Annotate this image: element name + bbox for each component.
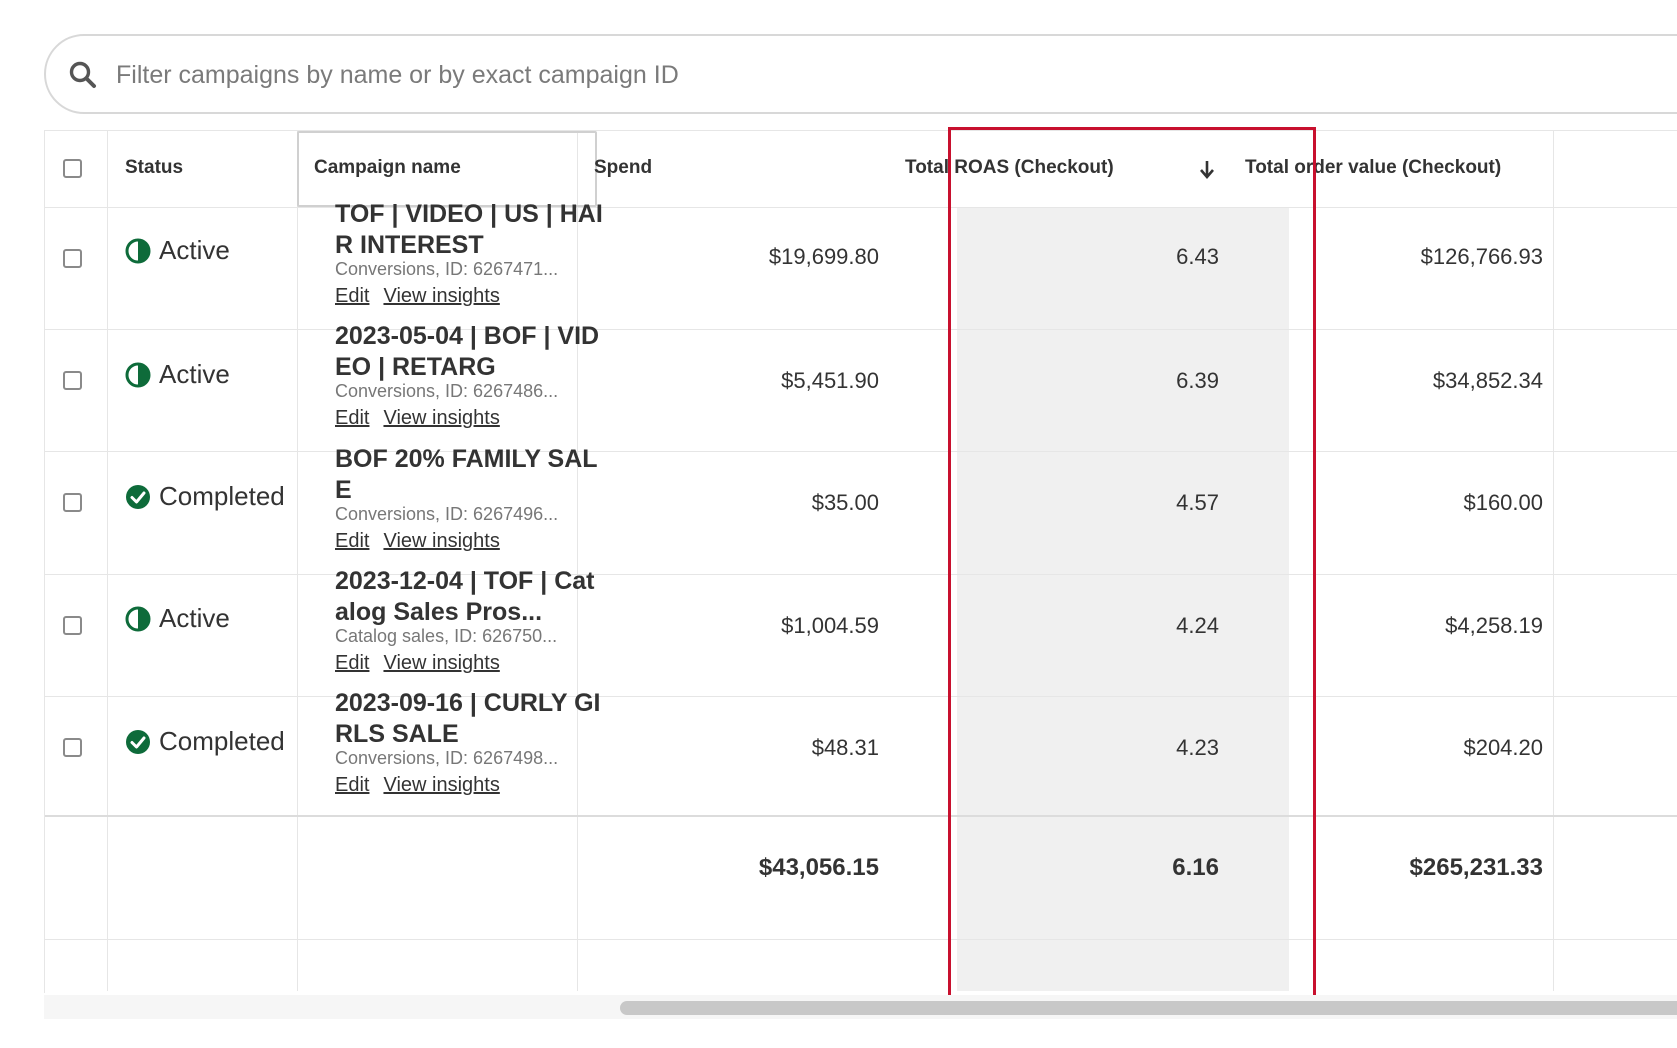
- campaign-objective-id: Conversions, ID: 6267471...: [335, 259, 559, 279]
- order-value: $4,258.19: [1445, 613, 1543, 638]
- row-checkbox[interactable]: [63, 249, 82, 268]
- scrollbar-thumb[interactable]: [620, 1001, 1677, 1015]
- view-insights-link[interactable]: View insights: [383, 530, 499, 552]
- campaign-name[interactable]: 2023-09-16 | CURLY GIRLS SALE: [335, 688, 607, 750]
- roas-column-highlight: [948, 127, 1316, 1017]
- view-insights-link[interactable]: View insights: [383, 652, 499, 674]
- row-actions: Edit View insights: [335, 285, 514, 308]
- header-spend[interactable]: Spend: [594, 158, 652, 177]
- search-icon: [69, 61, 96, 88]
- edit-link[interactable]: Edit: [335, 652, 369, 674]
- campaign-objective-id: Conversions, ID: 6267498...: [335, 748, 559, 768]
- row-checkbox[interactable]: [63, 371, 82, 390]
- status-cell: Completed: [125, 481, 285, 512]
- row-actions: Edit View insights: [335, 407, 514, 430]
- spend-value: $35.00: [811, 490, 879, 515]
- status-cell: Completed: [125, 726, 285, 757]
- status-cell: Active: [125, 235, 230, 266]
- header-campaign-name[interactable]: Campaign name: [314, 158, 461, 177]
- status-label: Completed: [159, 726, 285, 756]
- campaign-search-bar[interactable]: [44, 34, 1677, 114]
- spend-value: $48.31: [811, 735, 879, 760]
- half-circle-icon: [125, 238, 151, 263]
- horizontal-scrollbar[interactable]: [44, 995, 1677, 1019]
- check-circle-icon: [126, 484, 150, 509]
- campaign-name[interactable]: TOF | VIDEO | US | HAIR INTEREST: [335, 199, 607, 261]
- status-label: Active: [159, 235, 230, 265]
- spend-value: $1,004.59: [781, 613, 879, 638]
- status-label: Active: [159, 359, 230, 389]
- spend-value: $19,699.80: [768, 244, 879, 269]
- campaign-objective-id: Conversions, ID: 6267496...: [335, 504, 559, 524]
- check-circle-icon: [126, 729, 150, 754]
- row-actions: Edit View insights: [335, 652, 514, 675]
- row-checkbox[interactable]: [63, 616, 82, 635]
- campaign-name[interactable]: 2023-12-04 | TOF | Catalog Sales Pros...: [335, 566, 607, 628]
- view-insights-link[interactable]: View insights: [383, 407, 499, 429]
- half-circle-icon: [125, 362, 151, 387]
- row-checkbox[interactable]: [63, 738, 82, 757]
- order-value: $160.00: [1463, 490, 1543, 515]
- spend-value: $5,451.90: [781, 368, 879, 393]
- edit-link[interactable]: Edit: [335, 530, 369, 552]
- campaign-objective-id: Conversions, ID: 6267486...: [335, 381, 559, 401]
- total-order-value: $265,231.33: [1409, 854, 1543, 881]
- campaign-name[interactable]: BOF 20% FAMILY SALE: [335, 444, 607, 506]
- view-insights-link[interactable]: View insights: [383, 285, 499, 307]
- edit-link[interactable]: Edit: [335, 285, 369, 307]
- header-status[interactable]: Status: [125, 158, 183, 177]
- campaign-objective-id: Catalog sales, ID: 626750...: [335, 626, 558, 646]
- status-cell: Active: [125, 603, 230, 634]
- campaign-name[interactable]: 2023-05-04 | BOF | VIDEO | RETARG: [335, 321, 607, 383]
- total-spend: $43,056.15: [758, 854, 879, 881]
- row-actions: Edit View insights: [335, 530, 514, 553]
- order-value: $34,852.34: [1432, 368, 1543, 393]
- edit-link[interactable]: Edit: [335, 407, 369, 429]
- edit-link[interactable]: Edit: [335, 774, 369, 796]
- row-actions: Edit View insights: [335, 774, 514, 797]
- status-label: Active: [159, 603, 230, 633]
- select-all-checkbox[interactable]: [63, 159, 82, 178]
- half-circle-icon: [125, 606, 151, 631]
- status-cell: Active: [125, 359, 230, 390]
- view-insights-link[interactable]: View insights: [383, 774, 499, 796]
- campaigns-table: Status Campaign name Spend Total ROAS (C…: [44, 130, 1677, 993]
- order-value: $204.20: [1463, 735, 1543, 760]
- row-checkbox[interactable]: [63, 493, 82, 512]
- order-value: $126,766.93: [1420, 244, 1543, 269]
- campaign-search-input[interactable]: [114, 50, 1018, 100]
- status-label: Completed: [159, 481, 285, 511]
